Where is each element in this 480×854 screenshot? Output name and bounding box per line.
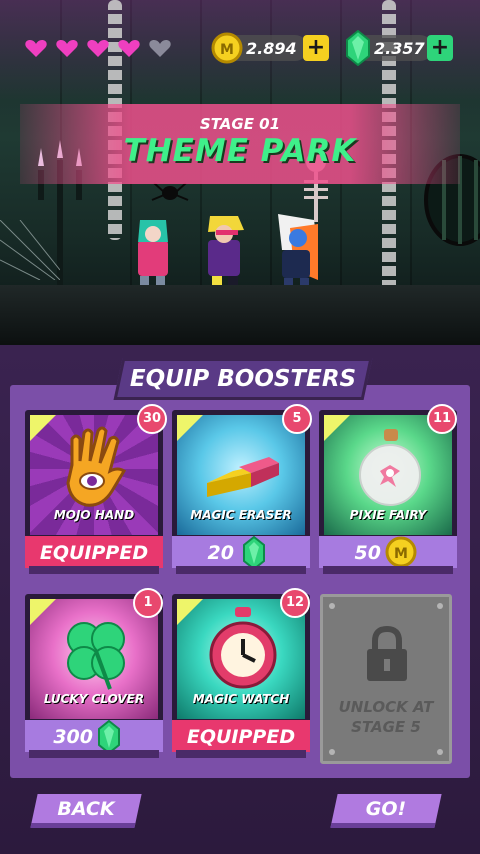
booster-card-magic-eraser[interactable]: MAGIC ERASER 20 5 [172, 404, 312, 580]
booster-name: MAGIC ERASER [190, 508, 292, 522]
booster-card-mojo-hand[interactable]: MOJO HAND EQUIPPED 30 [25, 404, 167, 580]
heart-icon [56, 40, 78, 57]
booster-name: MAGIC WATCH [192, 692, 290, 706]
fairy-jar-icon [359, 429, 421, 506]
clover-icon [67, 622, 125, 690]
heart-icon [87, 40, 109, 57]
equipped-label: EQUIPPED [39, 542, 149, 564]
booster-card-magic-watch[interactable]: MAGIC WATCH EQUIPPED 12 [172, 588, 310, 764]
heart-empty-icon [149, 40, 171, 57]
unlock-requirement: UNLOCK AT STAGE 5 [338, 698, 434, 736]
booster-price: 300 [53, 726, 93, 748]
buy-coins-button[interactable]: + [303, 35, 329, 61]
booster-name: PIXIE FAIRY [349, 508, 427, 522]
coin-amount: 2.894 [246, 39, 297, 58]
equipped-label: EQUIPPED [186, 726, 296, 748]
booster-card-pixie-fairy[interactable]: PIXIE FAIRY 50 M 11 [319, 404, 457, 580]
stage-name: THEME PARK [123, 133, 357, 169]
booster-name: MOJO HAND [53, 508, 135, 522]
booster-price: 20 [207, 542, 234, 564]
gem-icon [98, 720, 120, 754]
go-label: GO! [365, 798, 407, 820]
heart-icon [118, 40, 140, 57]
back-label: BACK [57, 798, 115, 820]
coin-icon: M [211, 32, 243, 64]
booster-card-lucky-clover[interactable]: LUCKY CLOVER 300 1 [25, 588, 163, 764]
eraser-icon [207, 457, 279, 497]
svg-text:M: M [394, 546, 408, 562]
equip-title: EQUIP BOOSTERS [129, 366, 357, 392]
heart-icon [25, 40, 47, 57]
stopwatch-icon [209, 607, 277, 689]
booster-count-badge: 12 [280, 588, 310, 618]
cobweb-decoration [0, 220, 60, 280]
booster-count-badge: 5 [282, 404, 312, 434]
coin-icon: M [385, 536, 417, 568]
gem-amount: 2.357 [374, 39, 425, 58]
locked-booster-slot: UNLOCK AT STAGE 5 [320, 594, 452, 764]
gem-icon [243, 536, 265, 570]
booster-count-badge: 30 [137, 404, 167, 434]
booster-name: LUCKY CLOVER [43, 692, 145, 706]
buy-gems-button[interactable]: + [427, 35, 453, 61]
booster-count-badge: 11 [427, 404, 457, 434]
gem-icon [346, 30, 370, 66]
padlock-icon [367, 625, 407, 681]
svg-text:M: M [220, 42, 234, 58]
stage-label: STAGE 01 [199, 115, 281, 133]
booster-count-badge: 1 [133, 588, 163, 618]
mojo-hand-icon [66, 426, 127, 507]
booster-price: 50 [354, 542, 381, 564]
